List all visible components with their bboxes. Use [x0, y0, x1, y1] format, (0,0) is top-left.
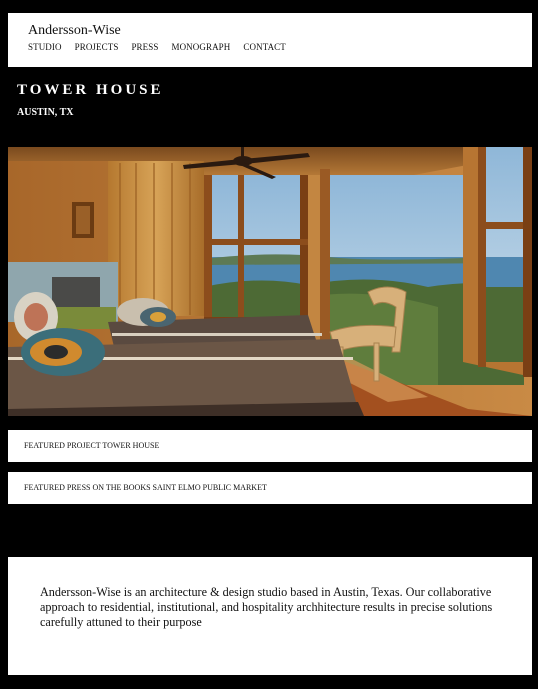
nav-studio[interactable]: STUDIO — [28, 42, 62, 52]
hero-photo[interactable] — [8, 147, 532, 416]
featured-project-link[interactable]: FEATURED PROJECT TOWER HOUSE — [24, 441, 159, 450]
about-text: Andersson-Wise is an architecture & desi… — [40, 585, 493, 629]
project-location: AUSTIN, TX — [17, 107, 74, 118]
featured-project-bar[interactable]: FEATURED PROJECT TOWER HOUSE — [8, 430, 532, 462]
featured-press-bar[interactable]: FEATURED PRESS ON THE BOOKS SAINT ELMO P… — [8, 472, 532, 504]
bedroom-photo — [8, 147, 532, 416]
nav-press[interactable]: PRESS — [131, 42, 158, 52]
nav-contact[interactable]: CONTACT — [243, 42, 285, 52]
main-nav: STUDIO PROJECTS PRESS MONOGRAPH CONTACT — [28, 42, 286, 52]
nav-projects[interactable]: PROJECTS — [75, 42, 119, 52]
site-header: Andersson-Wise STUDIO PROJECTS PRESS MON… — [8, 13, 532, 67]
project-title: TOWER HOUSE — [17, 82, 164, 98]
about-panel: Andersson-Wise is an architecture & desi… — [8, 557, 532, 675]
site-logo[interactable]: Andersson-Wise — [28, 23, 121, 39]
featured-press-link[interactable]: FEATURED PRESS ON THE BOOKS SAINT ELMO P… — [24, 483, 267, 492]
nav-monograph[interactable]: MONOGRAPH — [171, 42, 230, 52]
